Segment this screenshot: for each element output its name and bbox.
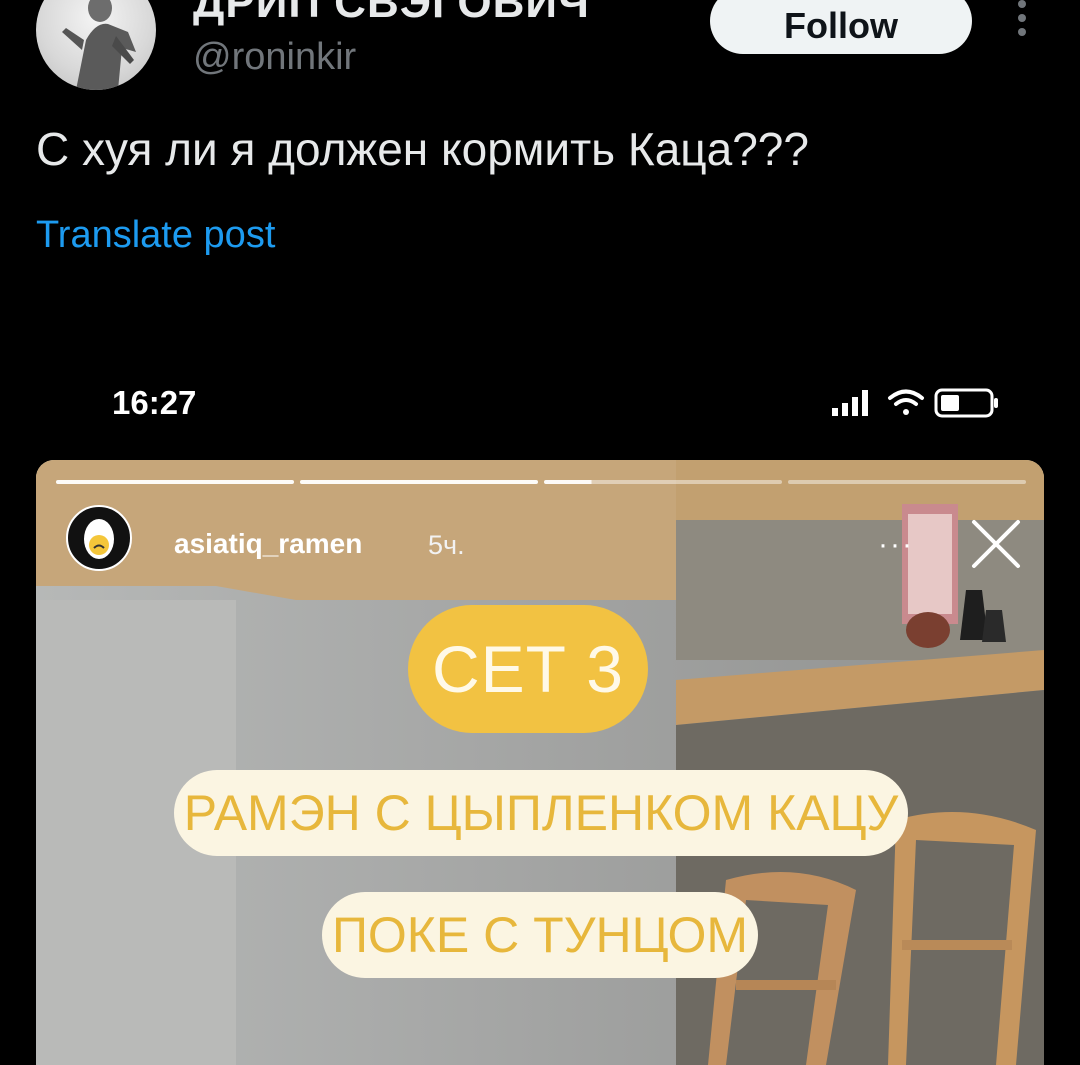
close-icon[interactable] (968, 516, 1024, 572)
story-progress-segment (544, 480, 782, 484)
status-icons (832, 388, 998, 418)
ramen-egg-logo-icon (84, 519, 114, 559)
story-progress-segment (56, 480, 294, 484)
story-progress-segment (300, 480, 538, 484)
user-handle[interactable]: @roninkir (193, 36, 356, 79)
signal-icon (832, 390, 868, 416)
status-time: 16:27 (112, 384, 197, 421)
display-name[interactable]: ДРИП СВЭГОВИЧ (193, 0, 590, 28)
dish-sticker: РАМЭН С ЦЫПЛЕНКОМ КАЦУ (174, 770, 908, 856)
battery-icon (934, 388, 998, 418)
tweet-text: С хуя ли я должен кормить Каца??? (36, 123, 809, 175)
avatar-photo-icon (62, 0, 136, 90)
dish-sticker: ПОКЕ С ТУНЦОМ (322, 892, 758, 978)
instagram-story[interactable]: asiatiq_ramen 5ч. ··· СЕТ 3 РАМЭН С ЦЫПЛ… (36, 460, 1044, 1065)
story-avatar[interactable] (66, 505, 132, 571)
story-progress-segment (788, 480, 1026, 484)
more-vertical-icon[interactable] (1010, 0, 1034, 40)
wifi-icon (888, 389, 924, 415)
avatar[interactable] (36, 0, 156, 90)
story-time: 5ч. (428, 530, 465, 560)
story-username[interactable]: asiatiq_ramen (174, 528, 362, 560)
translate-post-link[interactable]: Translate post (36, 214, 275, 257)
set-title-sticker: СЕТ 3 (408, 605, 648, 733)
follow-button[interactable]: Follow (710, 0, 972, 54)
tweet-header: ДРИП СВЭГОВИЧ @roninkir Follow (0, 0, 1080, 110)
story-more-icon[interactable]: ··· (878, 528, 914, 562)
